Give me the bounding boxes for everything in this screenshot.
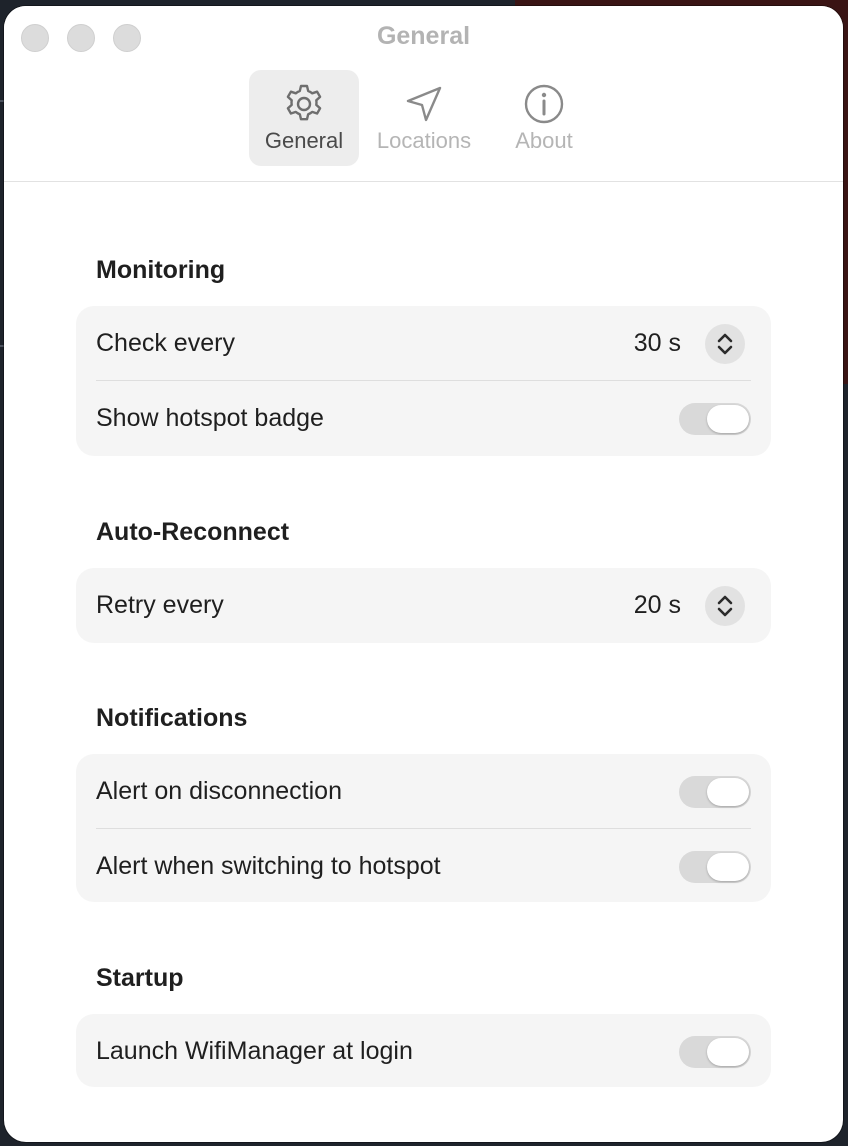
tab-about[interactable]: About — [489, 70, 599, 166]
chevron-up-down-icon — [717, 333, 733, 355]
retry-every-label: Retry every — [96, 591, 224, 619]
tab-locations[interactable]: Locations — [369, 70, 479, 166]
alert-hotspot-toggle[interactable] — [679, 851, 751, 883]
startup-card: Launch WifiManager at login — [76, 1014, 771, 1087]
check-every-row: Check every 30 s — [76, 306, 771, 381]
launch-login-toggle[interactable] — [679, 1036, 751, 1068]
alert-hotspot-row: Alert when switching to hotspot — [76, 829, 771, 904]
window-title: General — [376, 22, 471, 50]
launch-login-row: Launch WifiManager at login — [76, 1014, 771, 1089]
auto-reconnect-section-title: Auto-Reconnect — [96, 518, 290, 546]
check-every-stepper[interactable] — [705, 324, 745, 364]
notifications-section-title: Notifications — [96, 704, 248, 732]
show-badge-row: Show hotspot badge — [76, 381, 771, 456]
retry-every-stepper[interactable] — [705, 586, 745, 626]
retry-every-row: Retry every 20 s — [76, 568, 771, 643]
show-badge-label: Show hotspot badge — [96, 404, 324, 432]
toggle-knob — [707, 778, 749, 806]
check-every-value: 30 s — [633, 329, 681, 357]
monitoring-section-title: Monitoring — [96, 256, 226, 284]
auto-reconnect-card: Retry every 20 s — [76, 568, 771, 643]
tab-locations-label: Locations — [376, 128, 472, 153]
location-arrow-icon — [369, 82, 479, 126]
toggle-knob — [707, 853, 749, 881]
check-every-label: Check every — [96, 329, 235, 357]
info-circle-icon — [489, 82, 599, 126]
chevron-up-down-icon — [717, 595, 733, 617]
show-badge-toggle[interactable] — [679, 403, 751, 435]
preferences-window: General General Locations About Monitori… — [4, 6, 843, 1142]
tab-general[interactable]: General — [249, 70, 359, 166]
launch-login-label: Launch WifiManager at login — [96, 1037, 413, 1065]
toggle-knob — [707, 1038, 749, 1066]
retry-every-value: 20 s — [633, 591, 681, 619]
alert-disconnect-row: Alert on disconnection — [76, 754, 771, 829]
alert-disconnect-label: Alert on disconnection — [96, 777, 342, 805]
window-toolbar: General General Locations About — [4, 6, 843, 182]
startup-section-title: Startup — [96, 964, 184, 992]
notifications-card: Alert on disconnection Alert when switch… — [76, 754, 771, 902]
gear-icon — [249, 82, 359, 126]
alert-hotspot-label: Alert when switching to hotspot — [96, 852, 441, 880]
monitoring-card: Check every 30 s Show hotspot badge — [76, 306, 771, 456]
tab-about-label: About — [515, 128, 573, 153]
tab-general-label: General — [264, 128, 344, 153]
toggle-knob — [707, 405, 749, 433]
alert-disconnect-toggle[interactable] — [679, 776, 751, 808]
